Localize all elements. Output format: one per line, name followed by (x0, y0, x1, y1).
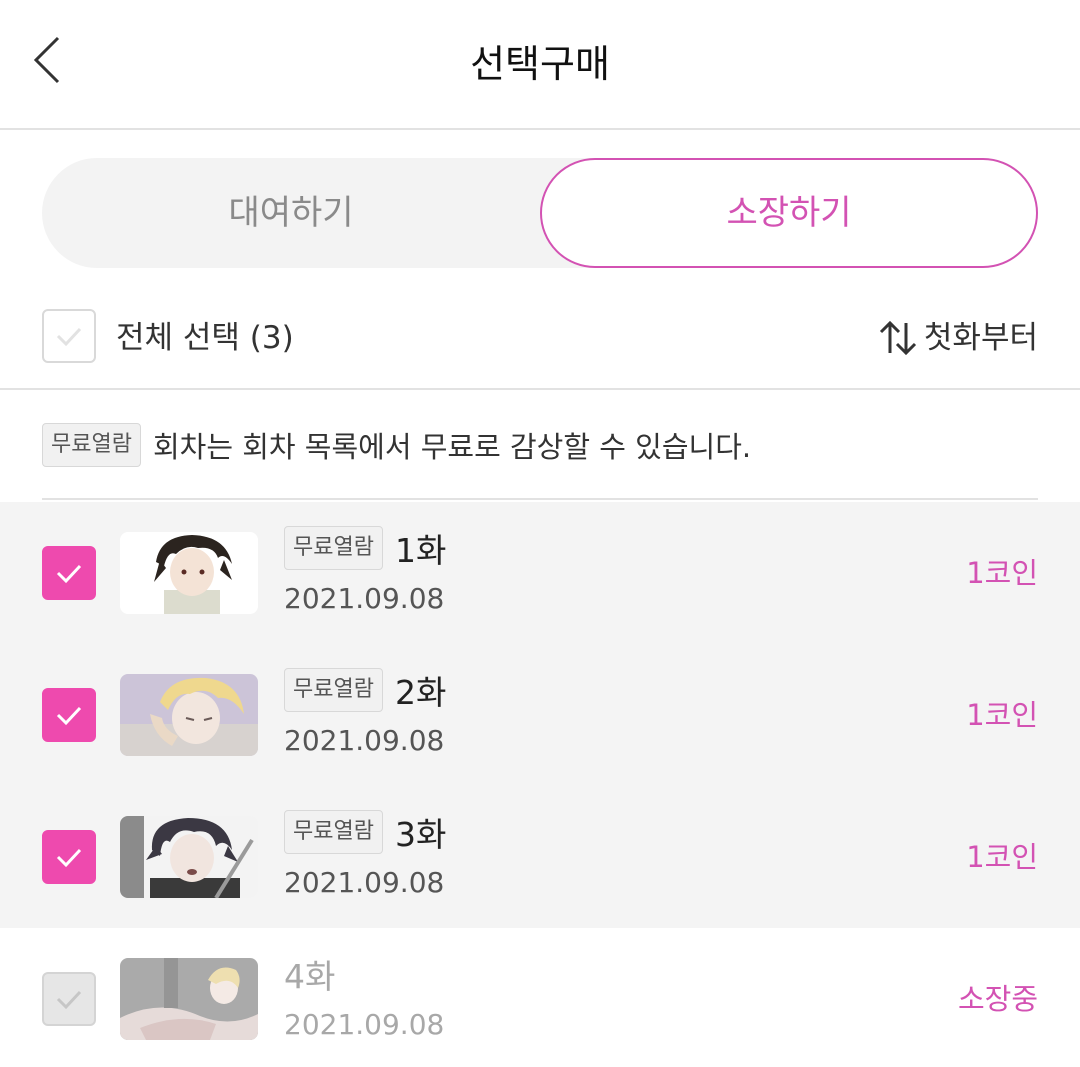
episode-row[interactable]: 무료열람 2화 2021.09.08 1코인 (0, 644, 1080, 786)
episode-price: 1코인 (966, 698, 1038, 732)
purchase-type-toggle: 대여하기 소장하기 (42, 158, 1038, 268)
tab-rent[interactable]: 대여하기 (42, 158, 540, 268)
check-icon (56, 327, 82, 347)
free-view-badge: 무료열람 (284, 810, 383, 854)
check-icon (56, 564, 82, 584)
episode-date: 2021.09.08 (284, 1008, 445, 1041)
episode-row: 4화 2021.09.08 소장중 (0, 928, 1080, 1067)
notice-text: 회차는 회차 목록에서 무료로 감상할 수 있습니다. (152, 430, 752, 464)
header: 선택구매 (0, 0, 1080, 130)
select-all-label[interactable]: 전체 선택 (3) (116, 290, 294, 386)
episode-list: 무료열람 1화 2021.09.08 1코인 무료열람 2화 2021.09.0… (0, 502, 1080, 1067)
free-view-badge: 무료열람 (284, 668, 383, 712)
episode-title: 4화 (284, 957, 336, 996)
free-view-badge: 무료열람 (42, 423, 141, 467)
episode-title-line: 무료열람 1화 (284, 524, 446, 572)
episode-checkbox[interactable] (42, 830, 96, 884)
episode-title-line: 무료열람 3화 (284, 808, 446, 856)
episode-date: 2021.09.08 (284, 582, 445, 615)
check-icon (56, 848, 82, 868)
episode-owned-status: 소장중 (957, 982, 1038, 1016)
select-all-checkbox[interactable] (42, 309, 96, 363)
episode-title-line: 4화 (284, 950, 335, 998)
sort-arrows-icon (879, 320, 916, 356)
episode-price: 1코인 (966, 556, 1038, 590)
episode-thumbnail (120, 958, 258, 1040)
episode-title: 3화 (394, 815, 447, 854)
episode-title: 1화 (394, 531, 447, 570)
purchase-screen: 선택구매 대여하기 소장하기 전체 선택 (3) 첫화부터 무료열람 회차는 회… (0, 0, 1080, 1067)
episode-date: 2021.09.08 (284, 866, 445, 899)
free-view-badge: 무료열람 (284, 526, 383, 570)
episode-title: 2화 (394, 673, 447, 712)
select-all-row: 전체 선택 (3) 첫화부터 (0, 290, 1080, 390)
episode-checkbox (42, 972, 96, 1026)
free-view-notice: 무료열람 회차는 회차 목록에서 무료로 감상할 수 있습니다. (42, 392, 1038, 500)
episode-row[interactable]: 무료열람 1화 2021.09.08 1코인 (0, 502, 1080, 644)
check-icon (56, 706, 82, 726)
episode-date: 2021.09.08 (284, 724, 445, 757)
page-title: 선택구매 (470, 42, 610, 86)
tab-own[interactable]: 소장하기 (540, 158, 1038, 268)
episode-thumbnail (120, 674, 258, 756)
episode-price: 1코인 (966, 840, 1038, 874)
episode-row[interactable]: 무료열람 3화 2021.09.08 1코인 (0, 786, 1080, 928)
episode-thumbnail (120, 532, 258, 614)
episode-title-line: 무료열람 2화 (284, 666, 446, 714)
sort-button[interactable]: 첫화부터 (878, 290, 1038, 386)
check-icon (56, 990, 82, 1010)
episode-checkbox[interactable] (42, 546, 96, 600)
episode-checkbox[interactable] (42, 688, 96, 742)
episode-thumbnail (120, 816, 258, 898)
sort-label: 첫화부터 (923, 320, 1038, 356)
